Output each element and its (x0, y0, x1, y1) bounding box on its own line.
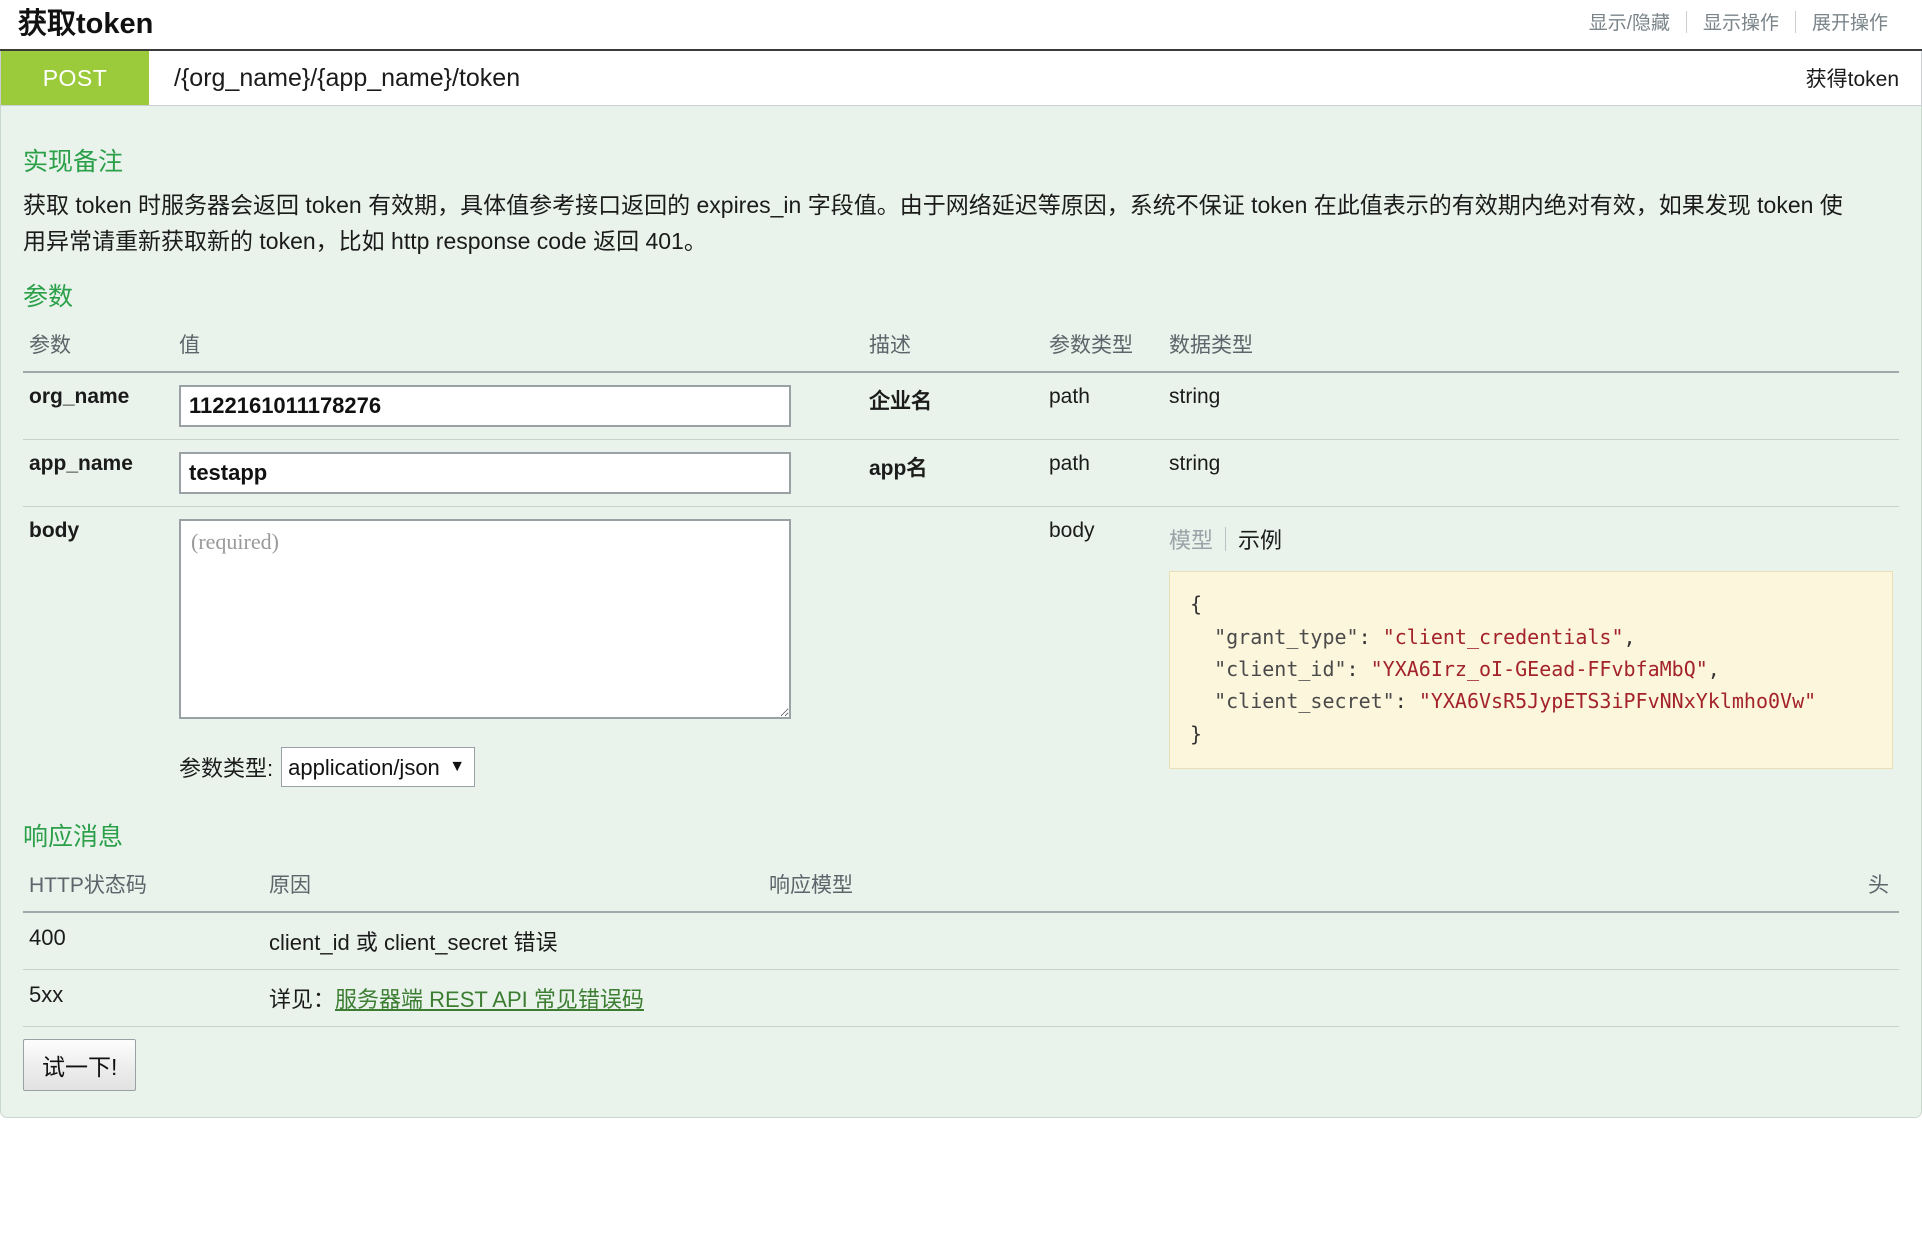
content-type-row: 参数类型: application/json ▼ (179, 747, 857, 787)
response-code-400: 400 (23, 912, 263, 970)
expand-operations-link[interactable]: 展开操作 (1796, 8, 1904, 35)
table-row: 400 client_id 或 client_secret 错误 (23, 912, 1899, 970)
param-type-org-name: path (1043, 372, 1163, 440)
data-type-app-name: string (1163, 440, 1899, 507)
json-comma: , (1624, 625, 1636, 649)
try-it-out-button[interactable]: 试一下! (23, 1039, 136, 1091)
json-close-brace: } (1190, 722, 1202, 746)
toggle-show-hide-link[interactable]: 显示/隐藏 (1573, 8, 1686, 35)
response-code-5xx: 5xx (23, 970, 263, 1027)
resource-header: 获取token 显示/隐藏 显示操作 展开操作 (0, 0, 1922, 51)
response-reason-400: client_id 或 client_secret 错误 (263, 912, 763, 970)
list-operations-link[interactable]: 显示操作 (1687, 8, 1795, 35)
json-open-brace: { (1190, 592, 1202, 616)
body-textarea[interactable] (179, 519, 791, 719)
param-description-body (863, 507, 1043, 800)
param-description-app-name: app名 (863, 440, 1043, 507)
column-header-description: 描述 (863, 323, 1043, 372)
column-header-headers: 头 (1839, 863, 1899, 912)
json-key-grant-type: "grant_type" (1214, 625, 1359, 649)
tab-example[interactable]: 示例 (1226, 523, 1294, 555)
parameters-header-row: 参数 值 描述 参数类型 数据类型 (23, 323, 1899, 372)
content-type-select-wrap[interactable]: application/json ▼ (281, 747, 475, 787)
param-name-org-name: org_name (23, 372, 173, 440)
column-header-response-model: 响应模型 (763, 863, 1839, 912)
table-row: org_name 企业名 path string (23, 372, 1899, 440)
responses-table-head: HTTP状态码 原因 响应模型 头 (23, 863, 1899, 912)
param-description-org-name: 企业名 (863, 372, 1043, 440)
column-header-name: 参数 (23, 323, 173, 372)
json-key-client-secret: "client_secret" (1214, 689, 1395, 713)
table-row: 5xx 详见：服务器端 REST API 常见错误码 (23, 970, 1899, 1027)
responses-table: HTTP状态码 原因 响应模型 头 400 client_id 或 client… (23, 863, 1899, 1027)
param-value-cell-body: 参数类型: application/json ▼ (173, 507, 863, 800)
signature-tabs: 模型 示例 (1169, 523, 1893, 555)
app-name-input[interactable] (179, 452, 791, 494)
response-reason-5xx: 详见：服务器端 REST API 常见错误码 (263, 970, 763, 1027)
param-type-body: body (1043, 507, 1163, 800)
resource-options: 显示/隐藏 显示操作 展开操作 (1573, 8, 1904, 39)
operation-summary: 获得token (1806, 51, 1921, 105)
table-row: body 参数类型: application/json ▼ (23, 507, 1899, 800)
content-type-label: 参数类型: (179, 751, 273, 783)
response-model-400 (763, 912, 1839, 970)
param-value-cell-org-name (173, 372, 863, 440)
json-value-grant-type: "client_credentials" (1383, 625, 1624, 649)
data-type-org-name: string (1163, 372, 1899, 440)
operation-path[interactable]: /{org_name}/{app_name}/token (149, 51, 1806, 105)
page-title: 获取token (18, 9, 153, 39)
param-value-cell-app-name (173, 440, 863, 507)
tab-model[interactable]: 模型 (1169, 523, 1225, 555)
submit-row: 试一下! (23, 1039, 1899, 1091)
param-name-app-name: app_name (23, 440, 173, 507)
json-value-client-secret: "YXA6VsR5JypETS3iPFvNNxYklmho0Vw" (1419, 689, 1816, 713)
column-header-status-code: HTTP状态码 (23, 863, 263, 912)
example-json-block: { "grant_type": "client_credentials", "c… (1169, 571, 1893, 769)
response-model-5xx (763, 970, 1839, 1027)
parameters-table-head: 参数 值 描述 参数类型 数据类型 (23, 323, 1899, 372)
responses-table-body: 400 client_id 或 client_secret 错误 5xx 详见：… (23, 912, 1899, 1027)
operation-header[interactable]: POST /{org_name}/{app_name}/token 获得toke… (0, 51, 1922, 106)
response-reason-prefix: 详见： (269, 987, 335, 1012)
implementation-notes-text: 获取 token 时服务器会返回 token 有效期，具体值参考接口返回的 ex… (23, 188, 1863, 259)
table-row: app_name app名 path string (23, 440, 1899, 507)
org-name-input[interactable] (179, 385, 791, 427)
column-header-data-type: 数据类型 (1163, 323, 1899, 372)
swagger-operation-page: 获取token 显示/隐藏 显示操作 展开操作 POST /{org_name}… (0, 0, 1922, 1245)
content-type-select[interactable]: application/json (281, 747, 475, 787)
parameters-heading: 参数 (23, 277, 1899, 313)
json-value-client-id: "YXA6Irz_oI-GEead-FFvbfaMbQ" (1371, 657, 1708, 681)
column-header-reason: 原因 (263, 863, 763, 912)
http-method-badge[interactable]: POST (1, 51, 149, 105)
response-headers-5xx (1839, 970, 1899, 1027)
responses-header-row: HTTP状态码 原因 响应模型 头 (23, 863, 1899, 912)
signature-block: 模型 示例 { "grant_type": "client_credential… (1169, 519, 1893, 769)
column-header-param-type: 参数类型 (1043, 323, 1163, 372)
operation-content: 实现备注 获取 token 时服务器会返回 token 有效期，具体值参考接口返… (0, 106, 1922, 1118)
param-name-body: body (23, 507, 173, 800)
param-type-app-name: path (1043, 440, 1163, 507)
parameters-table: 参数 值 描述 参数类型 数据类型 org_name 企业名 path stri… (23, 323, 1899, 799)
error-codes-link[interactable]: 服务器端 REST API 常见错误码 (335, 987, 644, 1012)
response-headers-400 (1839, 912, 1899, 970)
json-key-client-id: "client_id" (1214, 657, 1346, 681)
responses-heading: 响应消息 (23, 817, 1899, 853)
json-comma: , (1708, 657, 1720, 681)
implementation-notes-heading: 实现备注 (23, 142, 1899, 178)
data-type-body-cell: 模型 示例 { "grant_type": "client_credential… (1163, 507, 1899, 800)
parameters-table-body: org_name 企业名 path string app_name app名 p… (23, 372, 1899, 799)
column-header-value: 值 (173, 323, 863, 372)
